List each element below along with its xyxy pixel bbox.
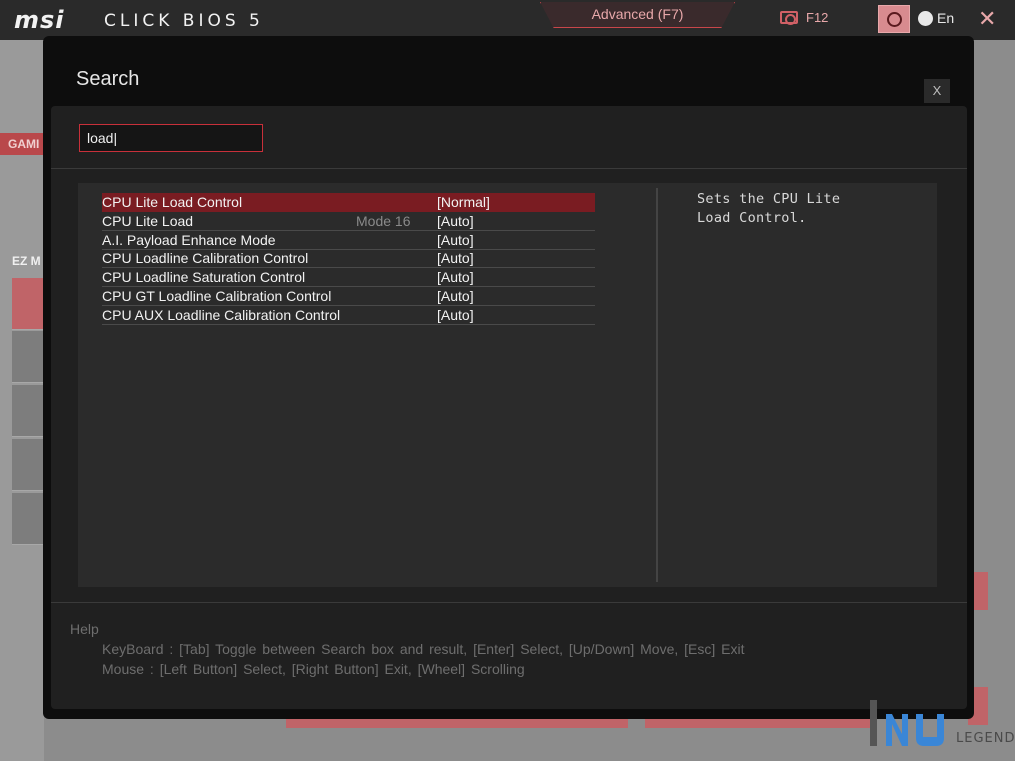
background-tile-fan <box>12 439 44 491</box>
background-tile-memory <box>12 331 44 383</box>
product-name: CLICK BIOS 5 <box>104 11 264 31</box>
panel-separator <box>656 188 658 582</box>
result-value: [Auto] <box>437 306 474 323</box>
background-ez-mode-label: EZ M <box>12 254 41 268</box>
setting-description: Sets the CPU Lite Load Control. <box>697 190 867 228</box>
description-line: Sets the CPU Lite <box>697 191 841 207</box>
result-name: CPU AUX Loadline Calibration Control <box>102 306 341 323</box>
language-button[interactable]: En <box>918 10 954 26</box>
background-tile-hardware <box>12 493 44 545</box>
result-value: [Auto] <box>437 212 474 229</box>
result-row[interactable]: CPU Loadline Calibration Control [Auto] <box>102 249 595 269</box>
globe-icon <box>918 10 933 26</box>
result-name: CPU Lite Load <box>102 212 194 229</box>
result-name: CPU GT Loadline Calibration Control <box>102 288 332 304</box>
language-label: En <box>937 10 955 26</box>
result-note: Mode 16 <box>356 212 411 229</box>
background-tile-cpu <box>12 278 44 330</box>
result-value: [Auto] <box>437 269 474 286</box>
result-row[interactable]: CPU Loadline Saturation Control [Auto] <box>102 268 595 288</box>
search-dialog: Search X CPU Lite Load Control[Normal]CP… <box>43 36 974 719</box>
result-row[interactable]: CPU Lite Load Control [Normal] <box>102 193 595 212</box>
result-row[interactable]: CPU Lite Load Mode 16 [Auto] <box>102 212 595 231</box>
help-keyboard: KeyBoard : [Tab] Toggle between Search b… <box>102 641 745 657</box>
help-mouse: Mouse : [Left Button] Select, [Right But… <box>102 661 525 677</box>
msi-logo: msi <box>14 6 65 34</box>
result-row[interactable]: CPU GT Loadline Calibration Control [Auto… <box>102 287 595 306</box>
dialog-title: Search <box>76 68 140 90</box>
result-value: [Auto] <box>437 288 474 304</box>
screenshot-button[interactable]: F12 <box>780 10 828 25</box>
result-name: CPU Lite Load Control <box>102 194 243 210</box>
top-bar: msi CLICK BIOS 5 Advanced (F7) F12 En ✕ <box>0 0 1015 40</box>
divider <box>51 602 967 603</box>
result-row[interactable]: CPU AUX Loadline Calibration Control [Aut… <box>102 306 595 325</box>
camera-icon <box>780 11 798 25</box>
dialog-body: CPU Lite Load Control[Normal]CPU Lite Lo… <box>51 106 967 709</box>
advanced-mode-tab[interactable]: Advanced (F7) <box>540 2 735 28</box>
divider <box>51 168 967 169</box>
result-name: CPU Loadline Calibration Control <box>102 250 309 267</box>
result-name: A.I. Payload Enhance Mode <box>102 231 276 248</box>
exit-bios-close-icon[interactable]: ✕ <box>978 6 996 32</box>
search-toggle-button[interactable] <box>878 5 910 33</box>
search-input[interactable] <box>79 124 263 152</box>
help-title: Help <box>70 621 99 637</box>
result-value: [Auto] <box>437 231 474 248</box>
dialog-close-button[interactable]: X <box>924 79 950 103</box>
screenshot-label: F12 <box>806 10 829 25</box>
result-value: [Normal] <box>437 194 490 210</box>
description-line: Load Control. <box>697 210 807 226</box>
result-value: [Auto] <box>437 250 474 267</box>
result-name: CPU Loadline Saturation Control <box>102 269 306 286</box>
result-row[interactable]: A.I. Payload Enhance Mode [Auto] <box>102 231 595 250</box>
background-game-boost-tab: GAMI <box>0 133 44 155</box>
watermark-text: LEGEND <box>956 731 1015 746</box>
results-panel: CPU Lite Load Control [Normal] CPU Lite Lo… <box>78 183 937 587</box>
background-tile-storage <box>12 385 44 437</box>
